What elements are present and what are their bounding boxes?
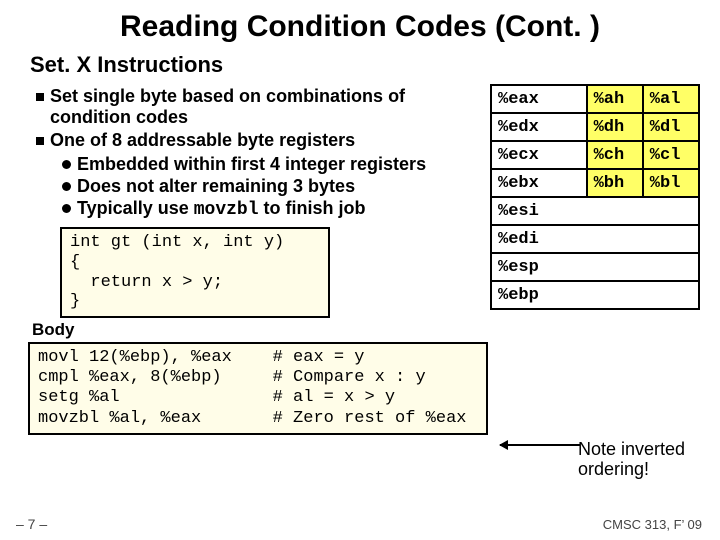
asm-code-box: movl 12(%ebp), %eax # eax = y cmpl %eax,… xyxy=(28,342,488,436)
bullet-no-alter: Does not alter remaining 3 bytes xyxy=(62,176,482,197)
left-column: Set single byte based on combinations of… xyxy=(20,84,482,342)
bullet-icon xyxy=(62,160,71,169)
table-row: %edx%dh%dl xyxy=(491,113,699,141)
register-table-col: %eax%ah%al %edx%dh%dl %ecx%ch%cl %ebx%bh… xyxy=(490,84,700,310)
slide-subtitle: Set. X Instructions xyxy=(30,52,700,78)
slide-title: Reading Condition Codes (Cont. ) xyxy=(20,10,700,44)
course-footer: CMSC 313, F’ 09 xyxy=(603,517,702,532)
table-row: %ecx%ch%cl xyxy=(491,141,699,169)
bullet-movzbl: Typically use movzbl to finish job xyxy=(62,198,482,221)
table-row: %esi xyxy=(491,197,699,225)
table-row: %esp xyxy=(491,253,699,281)
table-row: %ebp xyxy=(491,281,699,309)
c-code-box: int gt (int x, int y) { return x > y; } xyxy=(60,227,330,317)
bullet-set-single-byte: Set single byte based on combinations of… xyxy=(36,86,482,128)
note-inverted: Note inverted ordering! xyxy=(578,440,698,480)
bullet-one-of-8: One of 8 addressable byte registers xyxy=(36,130,482,151)
bullet-icon xyxy=(62,204,71,213)
bullet-embedded: Embedded within first 4 integer register… xyxy=(62,154,482,175)
body-label: Body xyxy=(32,320,482,340)
page-number: – 7 – xyxy=(16,516,47,532)
bullet-icon xyxy=(62,182,71,191)
square-icon xyxy=(36,93,44,101)
register-table: %eax%ah%al %edx%dh%dl %ecx%ch%cl %ebx%bh… xyxy=(490,84,700,310)
arrow-icon xyxy=(500,444,580,446)
table-row: %ebx%bh%bl xyxy=(491,169,699,197)
table-row: %eax%ah%al xyxy=(491,85,699,113)
square-icon xyxy=(36,137,44,145)
table-row: %edi xyxy=(491,225,699,253)
